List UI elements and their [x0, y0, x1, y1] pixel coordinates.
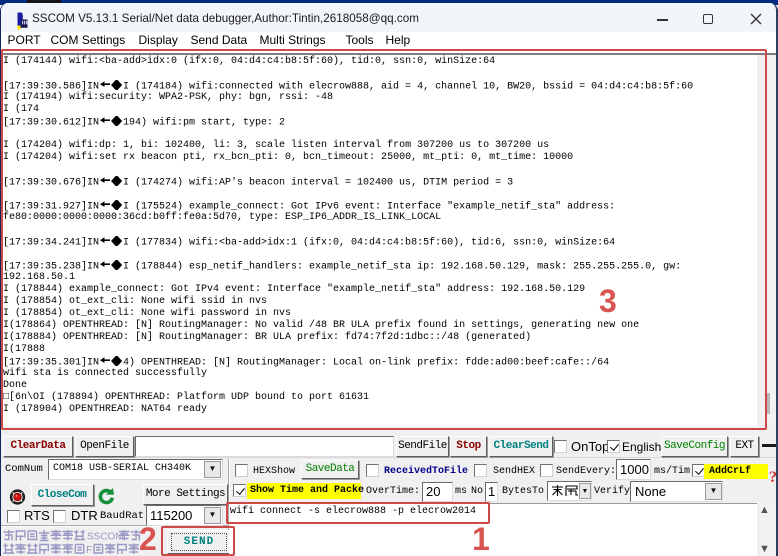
svg-text:F: F — [86, 545, 92, 556]
svg-text:SSCOM: SSCOM — [87, 532, 124, 543]
